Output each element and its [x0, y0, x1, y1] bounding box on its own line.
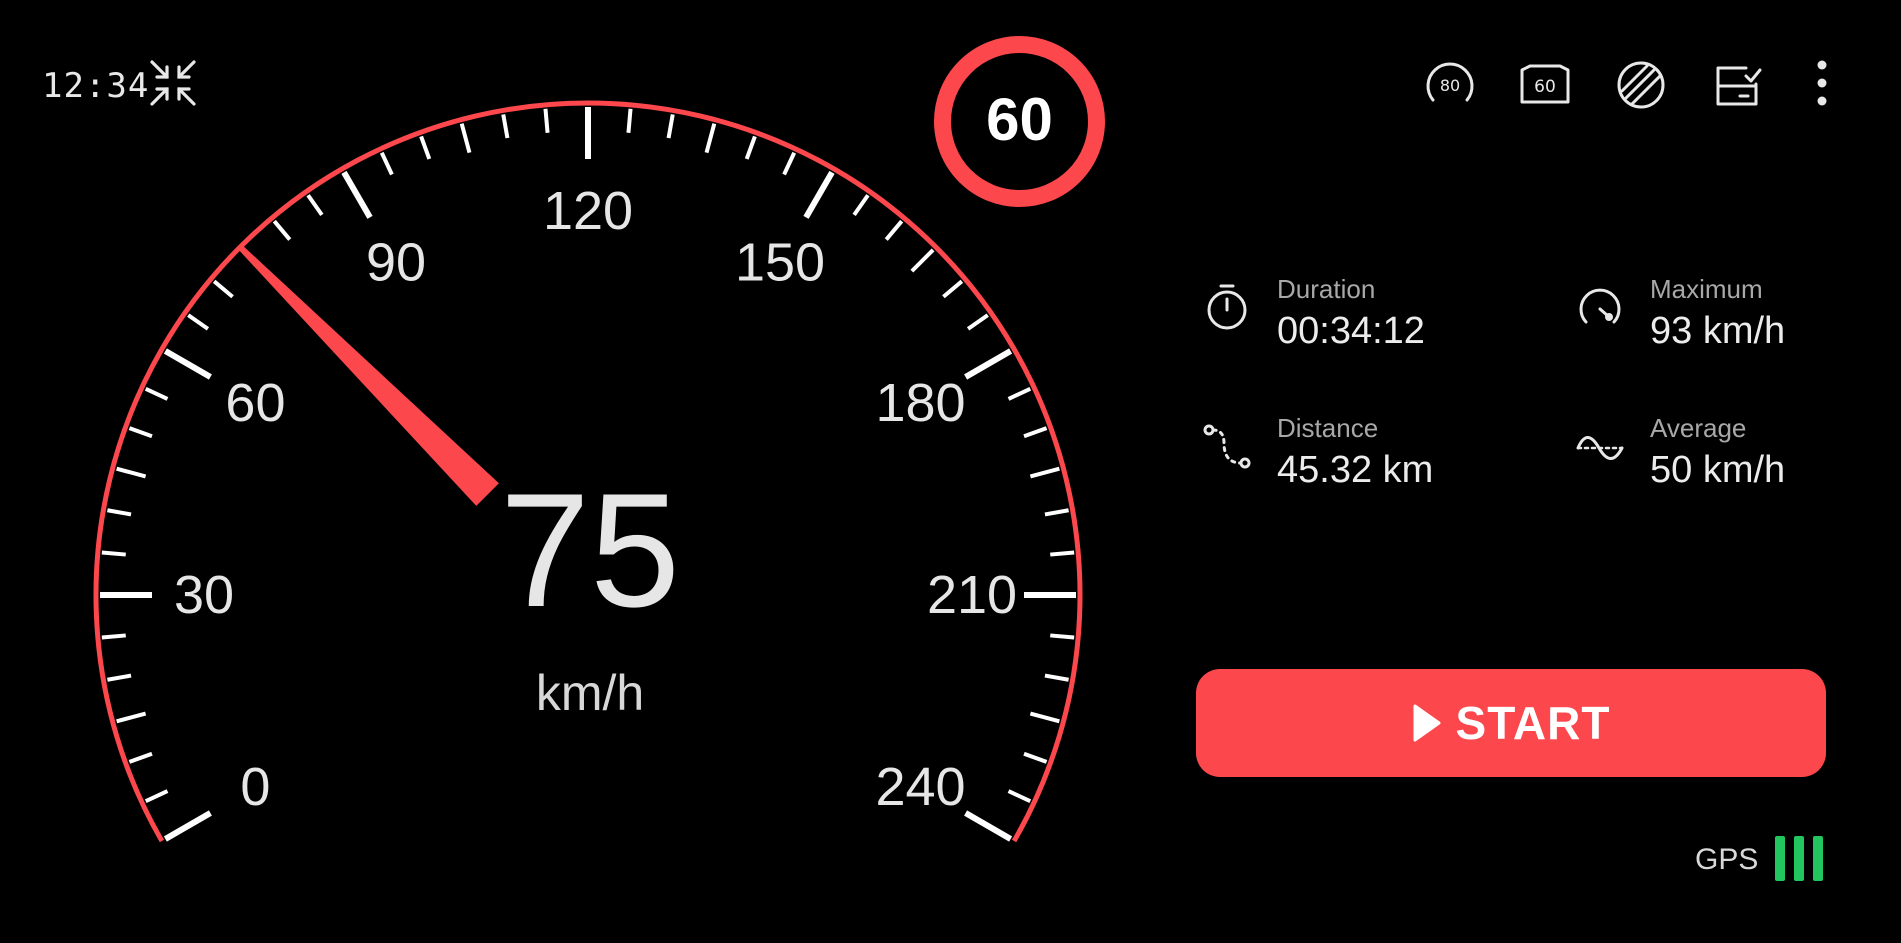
- gauge-tick-label: 120: [543, 181, 633, 241]
- hud-60-icon[interactable]: 60: [1518, 58, 1572, 112]
- gauge-tick-label: 60: [225, 373, 285, 433]
- gauge-minor-tick: [543, 108, 550, 133]
- route-icon: [1202, 421, 1252, 471]
- gauge-minor-tick: [212, 279, 234, 299]
- gauge-tick-label: 0: [240, 757, 270, 817]
- start-button[interactable]: START: [1196, 669, 1826, 777]
- gps-bar: [1813, 836, 1823, 881]
- gauge-minor-tick: [666, 114, 675, 139]
- gauge-tick-label: 240: [875, 757, 965, 817]
- gauge-minor-tick: [101, 550, 126, 557]
- gauge-minor-tick: [1050, 550, 1075, 557]
- gauge-minor-tick: [116, 466, 147, 479]
- speed-limit-value: 60: [986, 86, 1053, 153]
- gauge-minor-tick: [942, 279, 964, 299]
- gauge-minor-tick: [884, 219, 904, 241]
- more-icon[interactable]: [1804, 58, 1840, 112]
- gauge-major-tick: [163, 810, 212, 842]
- start-button-label: START: [1455, 697, 1611, 749]
- gauge-minor-tick: [1050, 633, 1075, 640]
- speed-unit: km/h: [535, 665, 645, 721]
- gauge-minor-tick: [782, 151, 797, 176]
- gauge-minor-tick: [1044, 673, 1069, 682]
- history-icon[interactable]: [1710, 58, 1764, 112]
- wave-icon: [1575, 421, 1625, 471]
- gauge-major-tick: [964, 348, 1013, 380]
- gauge-minor-tick: [306, 194, 324, 217]
- gauge-minor-tick: [744, 135, 757, 160]
- gauge-tick-label: 90: [366, 232, 426, 292]
- gauge-minor-tick: [704, 123, 717, 154]
- gauge-minor-tick: [187, 313, 210, 331]
- gauge-minor-tick: [1007, 789, 1032, 804]
- gauge-major-tick: [341, 170, 373, 219]
- gps-bar: [1775, 836, 1785, 881]
- gauge-minor-tick: [128, 426, 153, 439]
- gauge-minor-tick: [501, 114, 510, 139]
- gauge-minor-tick: [1023, 751, 1048, 764]
- gauge-minor-tick: [272, 219, 292, 241]
- gauge-minor-tick: [1029, 711, 1060, 724]
- gauge-minor-tick: [1007, 386, 1032, 401]
- gauge-minor-tick: [1029, 466, 1060, 479]
- stopwatch-icon: [1202, 282, 1252, 332]
- gauge-tick-label: 210: [927, 565, 1017, 625]
- gauge-minor-tick: [1023, 426, 1048, 439]
- speed-limit-badge[interactable]: 60: [932, 34, 1107, 209]
- gauge-tick-label: 180: [875, 373, 965, 433]
- gauge-tick-label: 150: [735, 232, 825, 292]
- gauge-major-tick: [964, 810, 1013, 842]
- speedometer-icon: [1575, 282, 1625, 332]
- gauge-minor-tick: [419, 135, 432, 160]
- gps-label: GPS: [1695, 843, 1759, 876]
- speed-limit-80-icon[interactable]: 80: [1423, 58, 1477, 112]
- svg-text:80: 80: [1440, 76, 1460, 95]
- gauge-major-tick: [803, 170, 835, 219]
- gauge-minor-tick: [966, 313, 989, 331]
- gauge-minor-tick: [144, 789, 169, 804]
- gauge-minor-tick: [910, 248, 935, 273]
- gauge-minor-tick: [144, 386, 169, 401]
- gauge-tick-label: 30: [174, 565, 234, 625]
- gauge-minor-tick: [852, 194, 870, 217]
- gauge-minor-tick: [107, 508, 132, 517]
- gauge-minor-tick: [379, 151, 394, 176]
- play-icon: [1413, 704, 1441, 742]
- gauge-minor-tick: [116, 711, 147, 724]
- night-mode-icon[interactable]: [1614, 58, 1668, 112]
- gauge-minor-tick: [128, 751, 153, 764]
- gauge-minor-tick: [626, 108, 633, 133]
- gauge-minor-tick: [459, 123, 472, 154]
- gps-signal-bars: [1775, 836, 1823, 881]
- current-speed: 75: [499, 460, 681, 641]
- svg-text:60: 60: [1534, 77, 1556, 97]
- gps-bar: [1794, 836, 1804, 881]
- gauge-minor-tick: [107, 673, 132, 682]
- gauge-minor-tick: [101, 633, 126, 640]
- gauge-minor-tick: [1044, 508, 1069, 517]
- gauge-major-tick: [163, 348, 212, 380]
